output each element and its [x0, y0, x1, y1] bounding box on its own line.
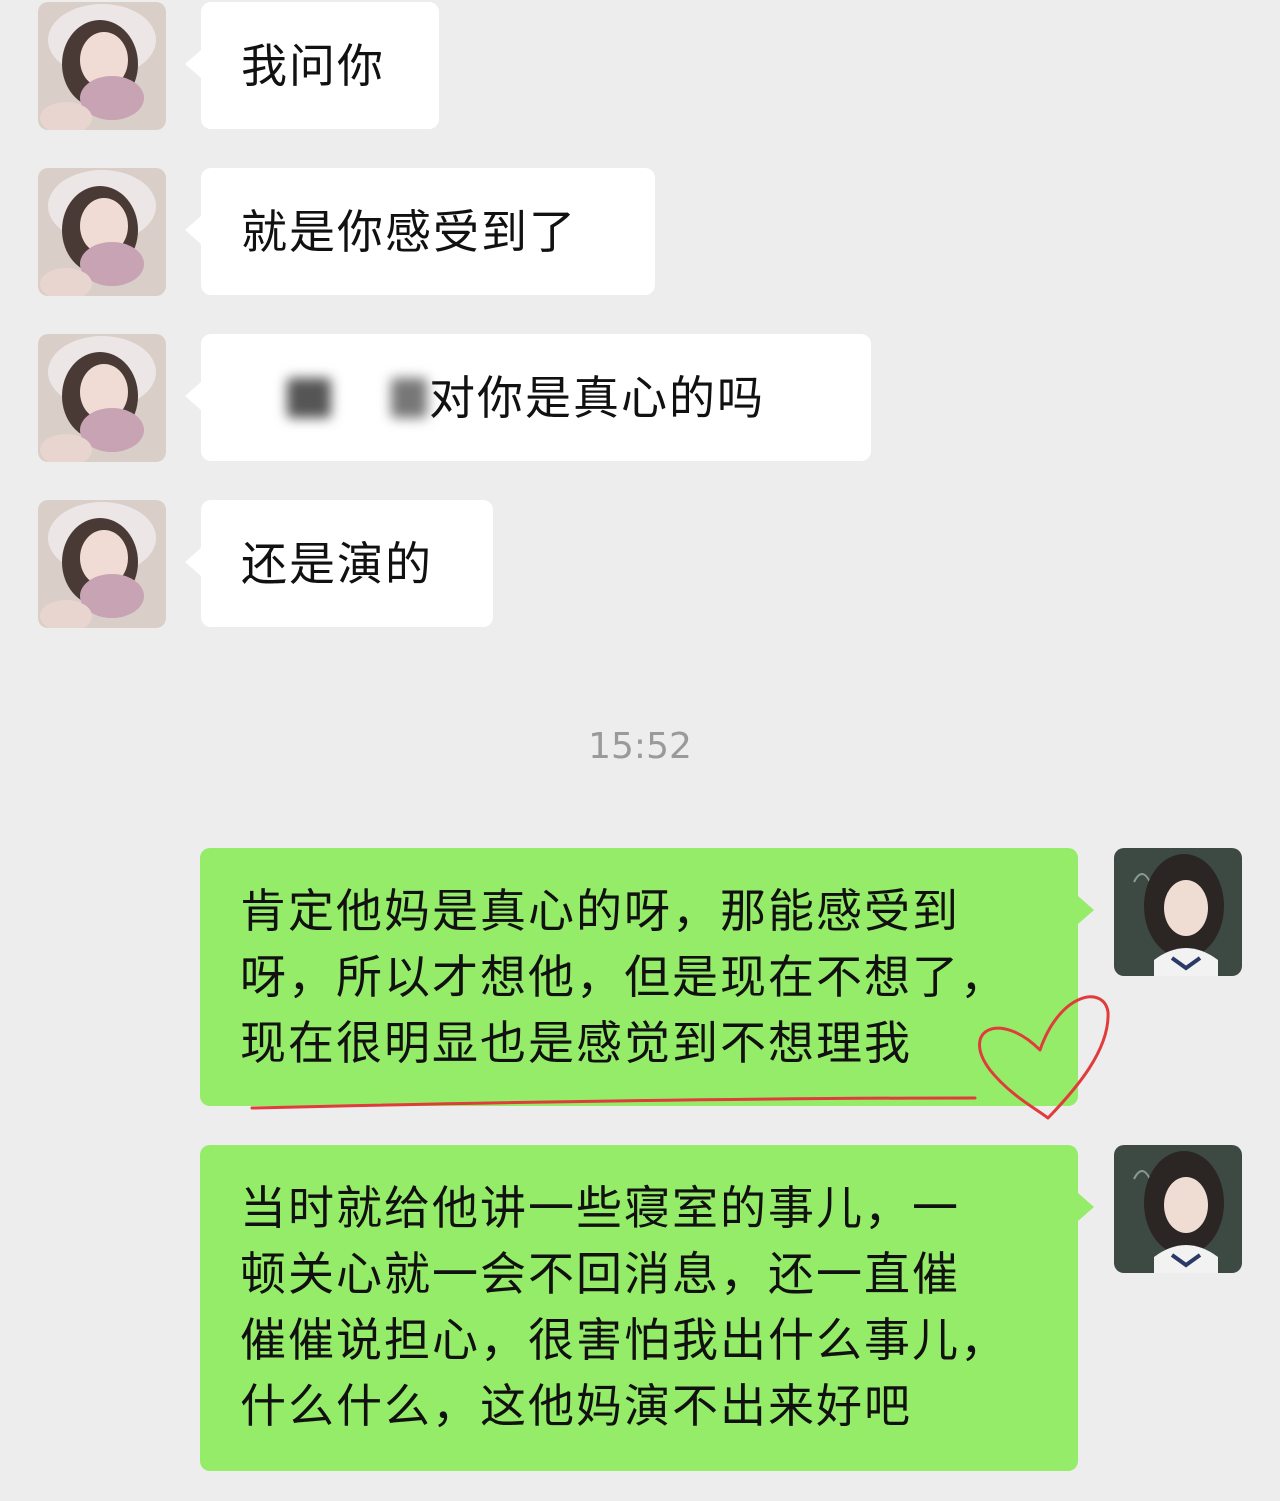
incoming-message-bubble[interactable]: 对你是真心的吗 — [185, 334, 871, 461]
self-avatar[interactable] — [1114, 848, 1242, 976]
message-line: 肯定他妈是真心的呀，那能感受到 — [240, 884, 960, 938]
redacted-name-block — [287, 377, 331, 418]
message-line: 催催说担心，很害怕我出什么事儿， — [240, 1313, 1008, 1367]
message-timestamp: 15:52 — [588, 726, 692, 767]
chat-view: 我问你 就是你感受到了 对你是真心的吗 还是演的 15:52 肯定他妈是真心的呀… — [0, 0, 1280, 1501]
self-avatar[interactable] — [1114, 1145, 1242, 1273]
message-line: 当时就给他讲一些寝室的事儿，一 — [240, 1181, 960, 1235]
message-text: 就是你感受到了 — [241, 204, 577, 259]
contact-avatar-image — [38, 500, 166, 628]
message-line: 顿关心就一会不回消息，还一直催 — [240, 1247, 960, 1301]
message-text: 对你是真心的吗 — [429, 370, 765, 425]
message-text: 还是演的 — [241, 536, 433, 591]
contact-avatar-image — [38, 334, 166, 462]
contact-avatar[interactable] — [38, 334, 166, 462]
self-avatar-image — [1114, 1145, 1242, 1273]
contact-avatar[interactable] — [38, 168, 166, 296]
message-line: 呀，所以才想他，但是现在不想了， — [240, 950, 1008, 1004]
message-text: 我问你 — [241, 38, 385, 93]
outgoing-message-bubble[interactable]: 当时就给他讲一些寝室的事儿，一 顿关心就一会不回消息，还一直催 催催说担心，很害… — [200, 1145, 1094, 1471]
incoming-message-bubble[interactable]: 我问你 — [185, 2, 439, 129]
incoming-message-bubble[interactable]: 就是你感受到了 — [185, 168, 655, 295]
message-line: 现在很明显也是感觉到不想理我 — [240, 1016, 912, 1070]
incoming-message-bubble[interactable]: 还是演的 — [185, 500, 493, 627]
message-line: 什么什么，这他妈演不出来好吧 — [240, 1379, 912, 1433]
contact-avatar[interactable] — [38, 2, 166, 130]
contact-avatar-image — [38, 168, 166, 296]
contact-avatar-image — [38, 2, 166, 130]
outgoing-message-bubble[interactable]: 肯定他妈是真心的呀，那能感受到 呀，所以才想他，但是现在不想了， 现在很明显也是… — [200, 848, 1094, 1106]
redacted-name-block — [391, 377, 427, 418]
self-avatar-image — [1114, 848, 1242, 976]
contact-avatar[interactable] — [38, 500, 166, 628]
